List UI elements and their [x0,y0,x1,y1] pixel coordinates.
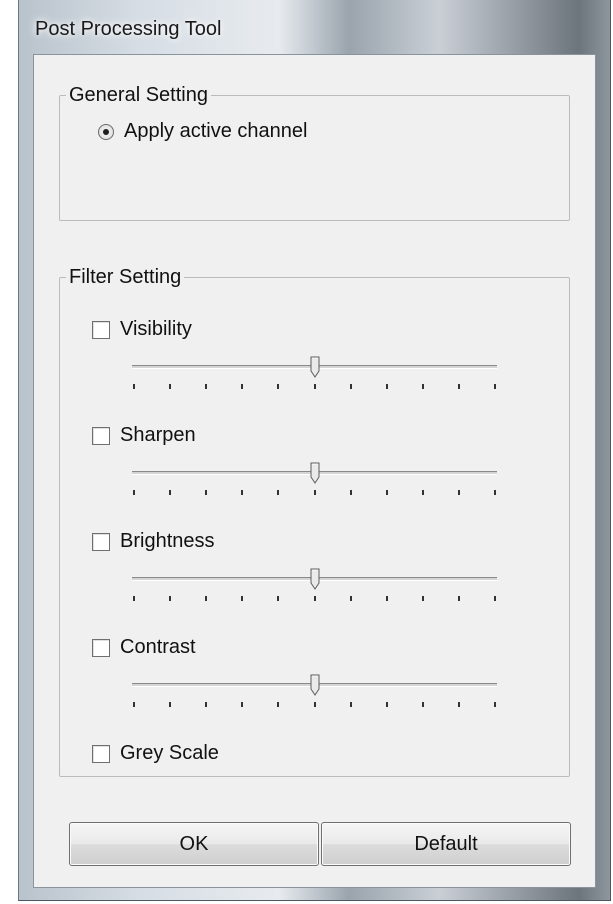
sharpen-label: Sharpen [120,424,196,446]
slider-tick [494,490,496,495]
slider-tick [350,596,352,601]
visibility-slider[interactable] [132,356,497,396]
sharpen-option[interactable]: Sharpen [92,424,196,447]
slider-tick [169,596,171,601]
slider-tick [386,702,388,707]
slider-tick [494,384,496,389]
slider-tick [458,384,460,389]
ok-button[interactable]: OK [69,822,319,866]
brightness-option[interactable]: Brightness [92,530,215,553]
slider-tick [169,702,171,707]
slider-tick [241,490,243,495]
dialog-window: Post Processing Tool General Setting App… [18,0,611,901]
slider-tick [133,490,135,495]
brightness-checkbox[interactable] [92,532,110,551]
slider-thumb[interactable] [310,462,320,484]
slider-tick [277,702,279,707]
grey-scale-label: Grey Scale [120,742,219,764]
slider-tick [205,702,207,707]
radio-selected-dot [103,128,109,135]
slider-tick [314,384,316,389]
slider-tick [458,490,460,495]
title-bar[interactable]: Post Processing Tool [19,0,610,54]
visibility-label: Visibility [120,318,192,340]
sharpen-checkbox[interactable] [92,426,110,445]
slider-tick [277,596,279,601]
apply-active-channel-radio[interactable] [98,123,114,140]
contrast-checkbox[interactable] [92,638,110,657]
slider-tick [494,596,496,601]
contrast-option[interactable]: Contrast [92,636,196,659]
slider-tick [241,702,243,707]
grey-scale-checkbox[interactable] [92,744,110,763]
sharpen-slider[interactable] [132,462,497,502]
slider-tick [205,384,207,389]
slider-tick [422,490,424,495]
slider-tick [205,596,207,601]
apply-active-channel-option[interactable]: Apply active channel [98,120,307,143]
slider-tick [314,596,316,601]
slider-thumb[interactable] [310,356,320,378]
slider-tick [133,384,135,389]
slider-tick [241,596,243,601]
contrast-label: Contrast [120,636,196,658]
grey-scale-option[interactable]: Grey Scale [92,742,219,765]
slider-tick [277,490,279,495]
slider-tick [422,596,424,601]
dialog-client-area: General Setting Apply active channel Fil… [33,54,596,888]
contrast-slider[interactable] [132,674,497,714]
slider-tick [350,384,352,389]
brightness-label: Brightness [120,530,215,552]
apply-active-channel-label: Apply active channel [124,120,308,142]
slider-tick [133,596,135,601]
slider-tick [458,596,460,601]
general-setting-group: General Setting Apply active channel [59,84,570,221]
slider-tick [205,490,207,495]
filter-setting-legend: Filter Setting [66,266,185,289]
slider-tick [386,384,388,389]
slider-tick [494,702,496,707]
slider-tick [386,596,388,601]
slider-tick [458,702,460,707]
default-button[interactable]: Default [321,822,571,866]
slider-thumb[interactable] [310,568,320,590]
slider-tick [133,702,135,707]
slider-tick [314,490,316,495]
slider-thumb[interactable] [310,674,320,696]
slider-tick [169,384,171,389]
window-title: Post Processing Tool [35,18,222,40]
slider-tick [350,490,352,495]
slider-tick [350,702,352,707]
slider-tick [169,490,171,495]
slider-tick [277,384,279,389]
slider-tick [386,490,388,495]
slider-tick [314,702,316,707]
visibility-option[interactable]: Visibility [92,318,192,341]
slider-tick [422,384,424,389]
filter-setting-group: Filter Setting Visibility Sharpen Bright… [59,266,570,777]
slider-tick [241,384,243,389]
general-setting-legend: General Setting [66,84,211,107]
slider-tick [422,702,424,707]
visibility-checkbox[interactable] [92,320,110,339]
brightness-slider[interactable] [132,568,497,608]
